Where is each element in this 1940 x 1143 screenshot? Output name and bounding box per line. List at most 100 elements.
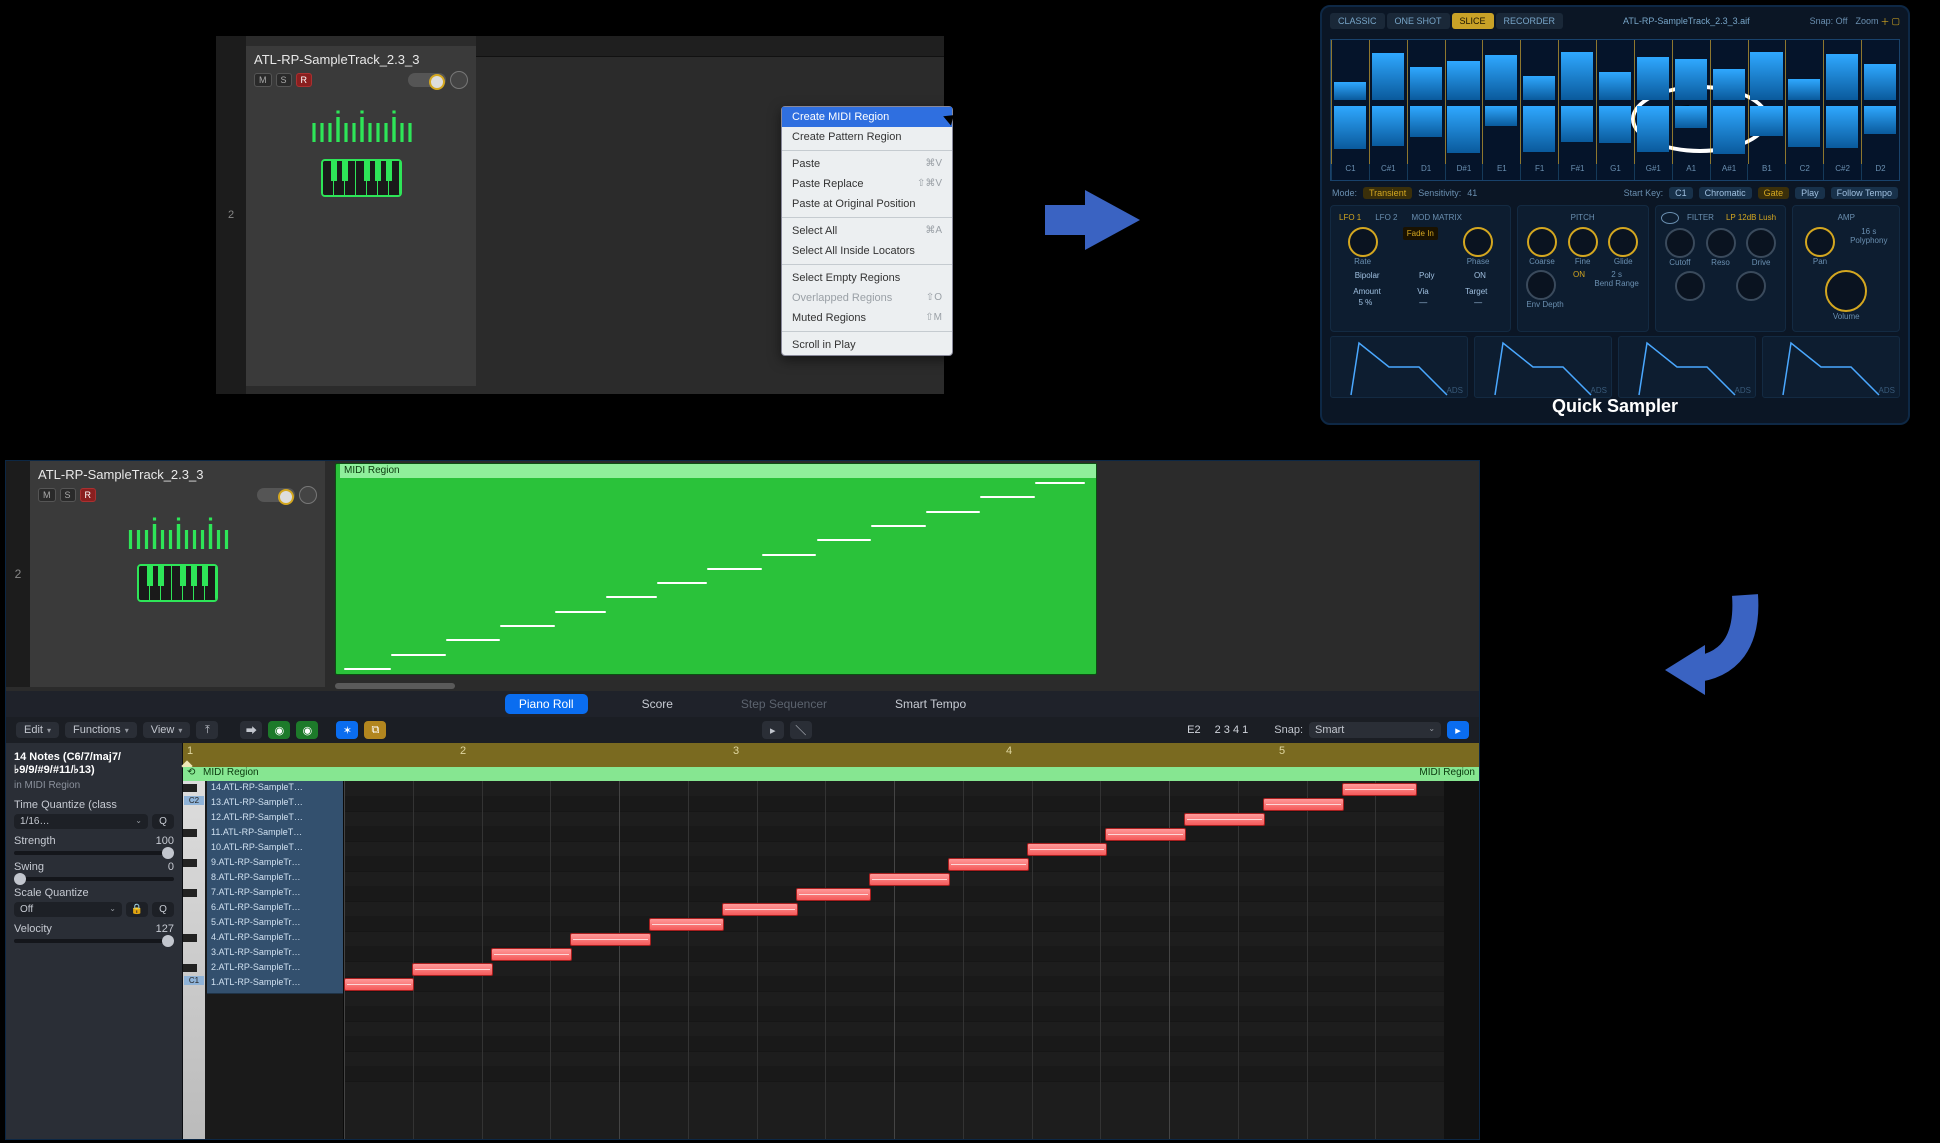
modmatrix-tab[interactable]: MOD MATRIX — [1407, 212, 1466, 223]
context-menu-item[interactable]: Scroll in Play — [782, 335, 952, 355]
poly-value[interactable]: 16 s — [1850, 227, 1887, 236]
context-menu-item[interactable]: Select Empty Regions — [782, 268, 952, 288]
solo-button[interactable]: S — [60, 488, 76, 502]
track-option-button[interactable] — [450, 71, 468, 89]
play-button[interactable]: Play — [1795, 187, 1825, 199]
rate-knob[interactable] — [1348, 227, 1378, 257]
waveform-area[interactable]: C1C#1D1D#1E1F1F#1G1G#1A1A#1B1C2C#2D2 ↪ — [1330, 39, 1900, 181]
pan-knob[interactable] — [1805, 227, 1835, 257]
filter-envdepth-knob[interactable] — [1675, 271, 1705, 301]
keytrig-toggle[interactable]: ON — [1470, 270, 1490, 281]
midi-note[interactable] — [869, 873, 950, 886]
bipolar-toggle[interactable]: Bipolar — [1351, 270, 1384, 281]
pencil-tool-icon[interactable]: ＼ — [790, 721, 812, 739]
scale-lock-icon[interactable]: 🔒 — [126, 902, 148, 917]
scale-q-button[interactable]: Q — [152, 902, 174, 917]
link-icon[interactable]: ⧉ — [364, 721, 386, 739]
snap-select[interactable]: Smart⌄ — [1309, 722, 1441, 738]
extra-button[interactable]: ▸ — [1447, 721, 1469, 739]
filter-type[interactable]: LP 12dB Lush — [1722, 212, 1780, 224]
mute-button[interactable]: M — [254, 73, 272, 87]
pointer-tool-icon[interactable]: ▸ — [762, 721, 784, 739]
zoom-fit-icon[interactable]: ▢ — [1891, 16, 1900, 27]
qs-tab-oneshot[interactable]: ONE SHOT — [1387, 13, 1450, 29]
context-menu-item[interactable]: Create Pattern Region — [782, 127, 952, 147]
tab-score[interactable]: Score — [628, 694, 687, 714]
amount-value[interactable]: 5 % — [1358, 298, 1372, 307]
context-menu-item[interactable]: Paste⌘V — [782, 154, 952, 174]
track-option-button[interactable] — [299, 486, 317, 504]
filter-keytrack-knob[interactable] — [1736, 271, 1766, 301]
lane-label[interactable]: 1.ATL-RP-SampleTr… — [207, 976, 343, 994]
midi-region[interactable]: MIDI Region — [335, 463, 1097, 675]
cutoff-knob[interactable] — [1665, 228, 1695, 258]
view-menu[interactable]: View▾ — [143, 722, 191, 738]
strength-slider[interactable] — [14, 851, 174, 855]
qs-tab-slice[interactable]: SLICE — [1452, 13, 1494, 29]
quantize-button[interactable]: Q — [152, 814, 174, 829]
note-grid[interactable] — [344, 781, 1479, 1139]
fine-knob[interactable] — [1568, 227, 1598, 257]
track-toggle[interactable] — [408, 73, 446, 87]
lfo1-tab[interactable]: LFO 1 — [1335, 212, 1365, 223]
arrange-scrollbar[interactable] — [335, 683, 455, 689]
collapse-icon[interactable]: ✶ — [336, 721, 358, 739]
zoom-in-icon[interactable]: ＋ — [1880, 15, 1889, 28]
chromatic-toggle[interactable]: Chromatic — [1699, 187, 1752, 199]
context-menu-item[interactable]: Select All Inside Locators — [782, 241, 952, 261]
time-quantize-select[interactable]: 1/16…⌄ — [14, 814, 148, 829]
follow-tempo-toggle[interactable]: Follow Tempo — [1831, 187, 1898, 199]
context-menu-item[interactable]: Select All⌘A — [782, 221, 952, 241]
midi-note[interactable] — [570, 933, 651, 946]
midi-out-icon[interactable]: ◉ — [268, 721, 290, 739]
catch-playhead-icon[interactable]: ⤒ — [196, 721, 218, 739]
qs-tab-classic[interactable]: CLASSIC — [1330, 13, 1385, 29]
record-enable-button[interactable]: R — [80, 488, 97, 502]
glide-knob[interactable] — [1608, 227, 1638, 257]
tab-piano-roll[interactable]: Piano Roll — [505, 694, 588, 714]
arrange-area[interactable]: MIDI Region — [325, 461, 1479, 687]
volume-knob[interactable] — [1825, 270, 1867, 312]
midi-note[interactable] — [1027, 843, 1108, 856]
arrange-area[interactable]: Create MIDI RegionCreate Pattern RegionP… — [476, 36, 944, 394]
midi-note[interactable] — [412, 963, 493, 976]
context-menu-item[interactable]: Overlapped Regions⇧O — [782, 288, 952, 308]
coarse-knob[interactable] — [1527, 227, 1557, 257]
track-header[interactable]: ATL-RP-SampleTrack_2.3_3 M S R ıııİııİıı… — [30, 461, 325, 687]
timeline-ruler[interactable] — [476, 36, 944, 57]
gate-toggle[interactable]: Gate — [1758, 187, 1790, 199]
sensitivity-value[interactable]: 41 — [1467, 188, 1477, 198]
lfo2-tab[interactable]: LFO 2 — [1371, 212, 1401, 223]
midi-note[interactable] — [948, 858, 1029, 871]
region-strip[interactable]: ⟲ MIDI Region MIDI Region — [183, 767, 1479, 782]
midi-note[interactable] — [1263, 798, 1344, 811]
fade-button[interactable]: Fade In — [1403, 227, 1438, 240]
bar-ruler[interactable]: 12345 — [183, 743, 1479, 768]
bend-value[interactable]: 2 s — [1594, 270, 1638, 279]
mode-value[interactable]: Transient — [1363, 187, 1412, 199]
midi-thru-icon[interactable]: ◉ — [296, 721, 318, 739]
midi-note[interactable] — [1342, 783, 1418, 796]
envelope-box[interactable]: ADS — [1474, 336, 1612, 398]
context-menu-item[interactable]: Muted Regions⇧M — [782, 308, 952, 328]
startkey-value[interactable]: C1 — [1669, 187, 1693, 199]
edit-menu[interactable]: Edit▾ — [16, 722, 59, 738]
context-menu-item[interactable]: Create MIDI Region — [782, 107, 952, 127]
midi-note[interactable] — [344, 978, 414, 991]
midi-note[interactable] — [1184, 813, 1265, 826]
piano-keys[interactable]: C2C1 — [183, 781, 205, 1139]
envelope-box[interactable]: ADS — [1762, 336, 1900, 398]
midi-note[interactable] — [722, 903, 798, 916]
context-menu-item[interactable]: Paste at Original Position — [782, 194, 952, 214]
track-toggle[interactable] — [257, 488, 295, 502]
scale-quantize-select[interactable]: Off⌄ — [14, 902, 122, 917]
drive-knob[interactable] — [1746, 228, 1776, 258]
tab-step-sequencer[interactable]: Step Sequencer — [727, 694, 841, 714]
solo-button[interactable]: S — [276, 73, 292, 87]
poly-toggle[interactable]: Poly — [1415, 270, 1439, 281]
midi-note[interactable] — [491, 948, 572, 961]
qs-tab-recorder[interactable]: RECORDER — [1496, 13, 1564, 29]
reso-knob[interactable] — [1706, 228, 1736, 258]
track-header[interactable]: ATL-RP-SampleTrack_2.3_3 M S R ıııİııİıı… — [246, 46, 476, 386]
envdepth-pitch-knob[interactable] — [1526, 270, 1556, 300]
